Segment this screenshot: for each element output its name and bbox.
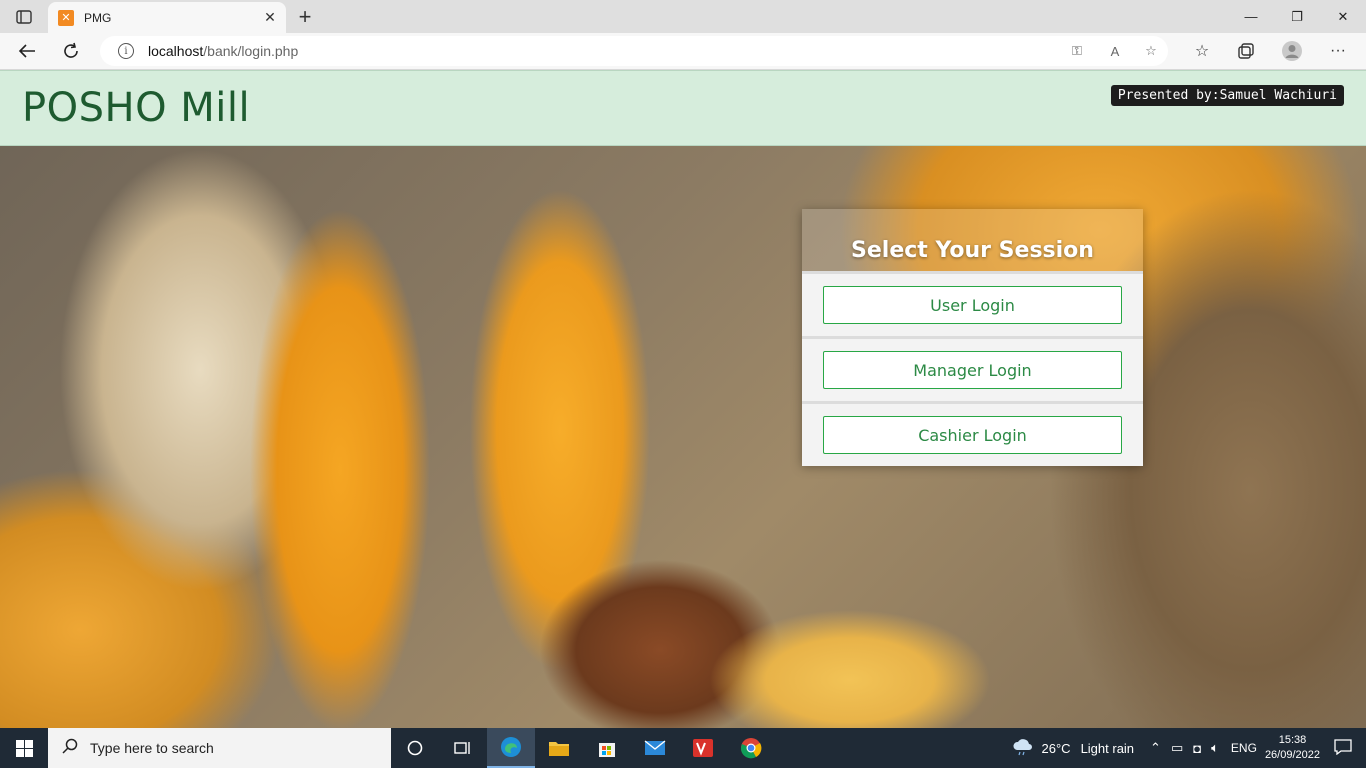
- site-title: POSHO Mill: [22, 85, 251, 131]
- clock-time: 15:38: [1278, 734, 1307, 746]
- notifications-icon[interactable]: [1334, 738, 1352, 758]
- windows-taskbar: Type here to search 26°C Light rain ⌃ ▭ …: [0, 728, 1366, 768]
- volume-icon[interactable]: 🔈︎: [1211, 740, 1219, 756]
- search-icon: [62, 738, 78, 759]
- browser-toolbar: i localhost/bank/login.php ⚿ A ☆ ☆ ···: [0, 33, 1366, 70]
- xampp-favicon-icon: ✕: [58, 9, 74, 26]
- chrome-icon[interactable]: [727, 728, 775, 768]
- file-explorer-icon[interactable]: [535, 728, 583, 768]
- vs-code-red-icon[interactable]: [679, 728, 727, 768]
- clock-date: 26/09/2022: [1264, 749, 1320, 761]
- collections-icon[interactable]: [1231, 37, 1261, 65]
- network-icon[interactable]: ◘: [1193, 741, 1201, 756]
- weather-temp[interactable]: 26°C: [1042, 741, 1071, 756]
- corn-background-image: [0, 70, 1366, 728]
- session-row: Cashier Login: [802, 401, 1143, 466]
- address-bar[interactable]: i localhost/bank/login.php ⚿ A ☆: [100, 36, 1168, 66]
- profile-avatar-icon[interactable]: [1277, 37, 1307, 65]
- restore-icon[interactable]: ❐: [1274, 0, 1320, 33]
- site-info-icon[interactable]: i: [118, 43, 134, 59]
- refresh-icon[interactable]: [56, 37, 86, 65]
- window-close-icon[interactable]: ✕: [1320, 0, 1366, 33]
- microsoft-store-icon[interactable]: [583, 728, 631, 768]
- weather-cloud-icon[interactable]: [1012, 738, 1034, 759]
- clock[interactable]: 15:38 26/09/2022: [1265, 733, 1320, 763]
- session-row: User Login: [802, 271, 1143, 336]
- add-favorite-icon[interactable]: ☆: [1142, 42, 1160, 60]
- browser-tabstrip: ✕ PMG ✕ + — ❐ ✕: [0, 0, 1366, 33]
- cashier-login-button[interactable]: Cashier Login: [823, 416, 1122, 454]
- user-login-button[interactable]: User Login: [823, 286, 1122, 324]
- more-options-icon[interactable]: ···: [1323, 37, 1353, 65]
- session-row: Manager Login: [802, 336, 1143, 401]
- taskbar-search[interactable]: Type here to search: [48, 728, 391, 768]
- minimize-icon[interactable]: —: [1228, 0, 1274, 33]
- site-header: POSHO Mill Presented by:Samuel Wachiuri: [0, 70, 1366, 146]
- browser-tab[interactable]: ✕ PMG ✕: [48, 2, 286, 33]
- tab-close-icon[interactable]: ✕: [260, 8, 280, 28]
- weather-desc[interactable]: Light rain: [1081, 741, 1134, 756]
- manager-login-button[interactable]: Manager Login: [823, 351, 1122, 389]
- url-host: localhost: [148, 43, 204, 59]
- edge-browser-icon[interactable]: [487, 728, 535, 768]
- session-select-card: Select Your Session User Login Manager L…: [802, 209, 1143, 466]
- tab-title: PMG: [84, 10, 112, 25]
- task-view-icon[interactable]: [439, 728, 487, 768]
- system-tray: 26°C Light rain ⌃ ▭ ◘ 🔈︎ ENG 15:38 26/09…: [1012, 728, 1366, 768]
- web-page: POSHO Mill Presented by:Samuel Wachiuri …: [0, 70, 1366, 728]
- new-tab-icon[interactable]: +: [292, 4, 318, 29]
- windows-start-icon[interactable]: [0, 728, 48, 768]
- tab-actions-icon[interactable]: [8, 5, 40, 29]
- language-indicator[interactable]: ENG: [1231, 741, 1257, 755]
- back-arrow-icon[interactable]: [12, 37, 42, 65]
- search-placeholder: Type here to search: [90, 740, 214, 756]
- url-path: /bank/login.php: [203, 43, 299, 59]
- presented-by-badge: Presented by:Samuel Wachiuri: [1110, 85, 1344, 106]
- mail-icon[interactable]: [631, 728, 679, 768]
- session-title: Select Your Session: [851, 238, 1094, 263]
- read-aloud-icon[interactable]: A: [1106, 42, 1124, 60]
- address-url: localhost/bank/login.php: [148, 43, 298, 59]
- battery-icon[interactable]: ▭: [1171, 740, 1183, 756]
- key-icon[interactable]: ⚿: [1068, 42, 1086, 60]
- favorites-icon[interactable]: ☆: [1187, 37, 1217, 65]
- show-hidden-icons-icon[interactable]: ⌃: [1150, 740, 1161, 756]
- cortana-icon[interactable]: [391, 728, 439, 768]
